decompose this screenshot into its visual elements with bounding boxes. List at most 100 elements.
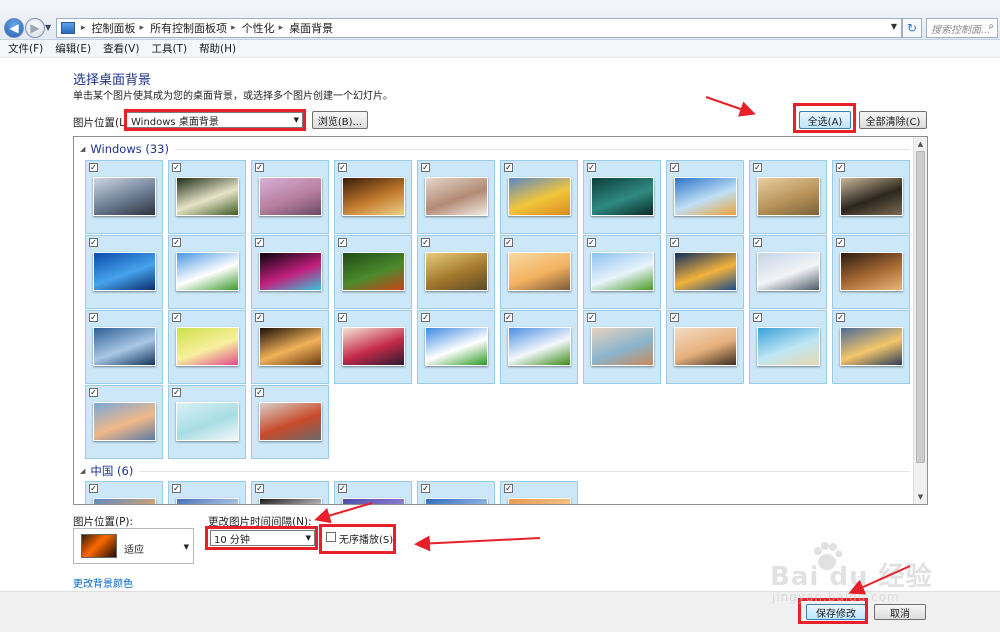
wallpaper-tile[interactable]: ✓: [749, 160, 827, 234]
wallpaper-tile[interactable]: ✓: [666, 310, 744, 384]
wallpaper-thumbnail[interactable]: [425, 252, 488, 291]
wallpaper-tile[interactable]: ✓: [168, 385, 246, 459]
tile-checkbox[interactable]: ✓: [172, 238, 181, 247]
wallpaper-thumbnail[interactable]: [508, 498, 571, 504]
tile-checkbox[interactable]: ✓: [172, 163, 181, 172]
save-changes-button[interactable]: 保存修改: [806, 604, 866, 620]
scroll-up-icon[interactable]: ▲: [914, 137, 927, 151]
menu-tools[interactable]: 工具(T): [151, 41, 187, 56]
wallpaper-tile[interactable]: ✓: [417, 235, 495, 309]
menu-edit[interactable]: 编辑(E): [55, 41, 91, 56]
wallpaper-tile[interactable]: ✓: [85, 160, 163, 234]
wallpaper-thumbnail[interactable]: [757, 327, 820, 366]
search-icon[interactable]: ⌕: [988, 21, 994, 32]
breadcrumb-item[interactable]: 个性化: [242, 20, 275, 36]
breadcrumb-item[interactable]: 控制面板: [92, 20, 136, 36]
select-all-button[interactable]: 全选(A): [799, 111, 851, 129]
clear-all-button[interactable]: 全部清除(C): [859, 111, 927, 129]
tile-checkbox[interactable]: ✓: [89, 388, 98, 397]
vertical-scrollbar[interactable]: ▲ ▼: [913, 137, 927, 504]
tile-checkbox[interactable]: ✓: [504, 238, 513, 247]
wallpaper-thumbnail[interactable]: [93, 402, 156, 441]
tile-checkbox[interactable]: ✓: [504, 163, 513, 172]
wallpaper-tile[interactable]: ✓: [417, 481, 495, 504]
wallpaper-thumbnail[interactable]: [176, 327, 239, 366]
breadcrumb-item[interactable]: 所有控制面板项: [150, 20, 227, 36]
tile-checkbox[interactable]: ✓: [587, 163, 596, 172]
wallpaper-tile[interactable]: ✓: [500, 235, 578, 309]
wallpaper-tile[interactable]: ✓: [85, 235, 163, 309]
wallpaper-tile[interactable]: ✓: [85, 385, 163, 459]
tile-checkbox[interactable]: ✓: [338, 484, 347, 493]
wallpaper-tile[interactable]: ✓: [417, 160, 495, 234]
wallpaper-thumbnail[interactable]: [425, 327, 488, 366]
tile-checkbox[interactable]: ✓: [670, 313, 679, 322]
collapse-triangle-icon[interactable]: ◢: [80, 145, 85, 153]
menu-file[interactable]: 文件(F): [8, 41, 43, 56]
wallpaper-thumbnail[interactable]: [674, 252, 737, 291]
wallpaper-thumbnail[interactable]: [757, 252, 820, 291]
breadcrumb-separator-icon[interactable]: ▸: [279, 23, 284, 33]
menu-help[interactable]: 帮助(H): [199, 41, 236, 56]
wallpaper-thumbnail[interactable]: [259, 252, 322, 291]
wallpaper-tile[interactable]: ✓: [334, 310, 412, 384]
change-background-color-link[interactable]: 更改背景颜色: [73, 575, 133, 590]
tile-checkbox[interactable]: ✓: [504, 313, 513, 322]
tile-checkbox[interactable]: ✓: [89, 163, 98, 172]
wallpaper-tile[interactable]: ✓: [583, 310, 661, 384]
picture-location-select[interactable]: Windows 桌面背景 ▼: [126, 112, 303, 128]
tile-checkbox[interactable]: ✓: [504, 484, 513, 493]
tile-checkbox[interactable]: ✓: [836, 238, 845, 247]
wallpaper-tile[interactable]: ✓: [500, 481, 578, 504]
tile-checkbox[interactable]: ✓: [670, 163, 679, 172]
tile-checkbox[interactable]: ✓: [338, 313, 347, 322]
wallpaper-thumbnail[interactable]: [176, 402, 239, 441]
tile-checkbox[interactable]: ✓: [421, 163, 430, 172]
wallpaper-tile[interactable]: ✓: [666, 235, 744, 309]
wallpaper-thumbnail[interactable]: [93, 327, 156, 366]
tile-checkbox[interactable]: ✓: [172, 313, 181, 322]
tile-checkbox[interactable]: ✓: [753, 238, 762, 247]
shuffle-checkbox[interactable]: [326, 532, 336, 542]
wallpaper-tile[interactable]: ✓: [500, 160, 578, 234]
wallpaper-thumbnail[interactable]: [840, 327, 903, 366]
wallpaper-thumbnail[interactable]: [259, 402, 322, 441]
wallpaper-thumbnail[interactable]: [425, 177, 488, 216]
wallpaper-thumbnail[interactable]: [591, 252, 654, 291]
wallpaper-thumbnail[interactable]: [508, 327, 571, 366]
wallpaper-tile[interactable]: ✓: [666, 160, 744, 234]
breadcrumb-separator-icon[interactable]: ▸: [231, 23, 236, 33]
wallpaper-tile[interactable]: ✓: [832, 310, 910, 384]
back-button[interactable]: ◀: [4, 18, 24, 38]
wallpaper-tile[interactable]: ✓: [417, 310, 495, 384]
wallpaper-tile[interactable]: ✓: [85, 310, 163, 384]
tile-checkbox[interactable]: ✓: [255, 313, 264, 322]
wallpaper-tile[interactable]: ✓: [251, 310, 329, 384]
tile-checkbox[interactable]: ✓: [172, 388, 181, 397]
wallpaper-thumbnail[interactable]: [342, 327, 405, 366]
wallpaper-tile[interactable]: ✓: [85, 481, 163, 504]
wallpaper-thumbnail[interactable]: [342, 177, 405, 216]
tile-checkbox[interactable]: ✓: [421, 484, 430, 493]
wallpaper-thumbnail[interactable]: [840, 252, 903, 291]
tile-checkbox[interactable]: ✓: [753, 313, 762, 322]
wallpaper-thumbnail[interactable]: [591, 327, 654, 366]
wallpaper-thumbnail[interactable]: [259, 327, 322, 366]
wallpaper-thumbnail[interactable]: [508, 177, 571, 216]
wallpaper-tile[interactable]: ✓: [832, 160, 910, 234]
tile-checkbox[interactable]: ✓: [338, 238, 347, 247]
address-dropdown-icon[interactable]: ▼: [891, 22, 897, 31]
wallpaper-tile[interactable]: ✓: [334, 160, 412, 234]
browse-button[interactable]: 浏览(B)...: [312, 111, 368, 129]
tile-checkbox[interactable]: ✓: [836, 313, 845, 322]
picture-position-select[interactable]: 适应 ▼: [73, 528, 194, 564]
breadcrumb-item[interactable]: 桌面背景: [289, 20, 333, 36]
wallpaper-tile[interactable]: ✓: [168, 481, 246, 504]
tile-checkbox[interactable]: ✓: [421, 313, 430, 322]
wallpaper-gallery[interactable]: ◢ Windows (33) ✓ ✓ ✓ ✓ ✓ ✓ ✓ ✓ ✓ ✓ ✓ ✓ ✓ ✓ ✓ ✓ ✓ ✓ ✓ ✓ ✓ ✓ ✓ ✓ ✓…: [73, 136, 928, 505]
breadcrumb-separator-icon[interactable]: ▸: [81, 23, 86, 33]
wallpaper-tile[interactable]: ✓: [500, 310, 578, 384]
recent-pages-dropdown-icon[interactable]: ▼: [45, 23, 51, 32]
wallpaper-tile[interactable]: ✓: [832, 235, 910, 309]
breadcrumb-separator-icon[interactable]: ▸: [140, 23, 145, 33]
